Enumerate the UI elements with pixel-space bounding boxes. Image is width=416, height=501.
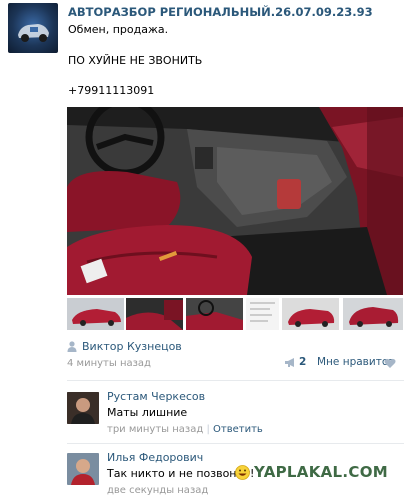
post-time[interactable]: 4 минуты назад xyxy=(67,358,151,369)
comment-author[interactable]: Илья Федорович xyxy=(107,451,203,464)
divider xyxy=(67,443,404,444)
comment-time[interactable]: три минуты назад xyxy=(107,424,203,435)
megaphone-icon[interactable] xyxy=(284,357,297,371)
share-count[interactable]: 2 xyxy=(299,356,306,368)
comment-avatar[interactable] xyxy=(67,453,99,485)
like-button[interactable]: Мне нравится xyxy=(317,356,394,368)
photo-thumbnail[interactable] xyxy=(282,298,339,330)
divider xyxy=(67,380,404,381)
photo-thumbnail[interactable] xyxy=(246,298,279,330)
post-photo[interactable] xyxy=(67,107,403,295)
heart-icon[interactable] xyxy=(384,358,396,372)
photo-thumbnail[interactable] xyxy=(67,298,124,330)
comment-text: Маты лишние xyxy=(107,406,188,419)
comment-meta: три минуты назад | Ответить xyxy=(107,424,263,435)
smiley-icon xyxy=(235,465,250,483)
photo-thumbnail[interactable] xyxy=(126,298,183,330)
watermark: YAPLAKAL.COM xyxy=(254,463,388,481)
photo-thumbnail[interactable] xyxy=(186,298,243,330)
user-icon xyxy=(67,341,77,355)
post-author[interactable]: Виктор Кузнецов xyxy=(82,340,182,353)
post-text-line: ПО ХУЙНЕ НЕ ЗВОНИТЬ xyxy=(68,54,203,67)
group-title[interactable]: АВТОРАЗБОР РЕГИОНАЛЬНЫЙ.26.07.09.23.93 xyxy=(68,5,373,19)
group-avatar[interactable] xyxy=(8,3,58,53)
post-text-line: Обмен, продажа. xyxy=(68,23,169,36)
comment-text: Так никто и не позвонит! xyxy=(107,467,255,480)
comment-time[interactable]: две секунды назад xyxy=(107,485,208,496)
photo-thumbnail[interactable] xyxy=(343,298,403,330)
reply-link[interactable]: Ответить xyxy=(213,424,263,435)
post-phone: +79911113091 xyxy=(68,84,155,97)
comment-author[interactable]: Рустам Черкесов xyxy=(107,390,205,403)
comment-avatar[interactable] xyxy=(67,392,99,424)
